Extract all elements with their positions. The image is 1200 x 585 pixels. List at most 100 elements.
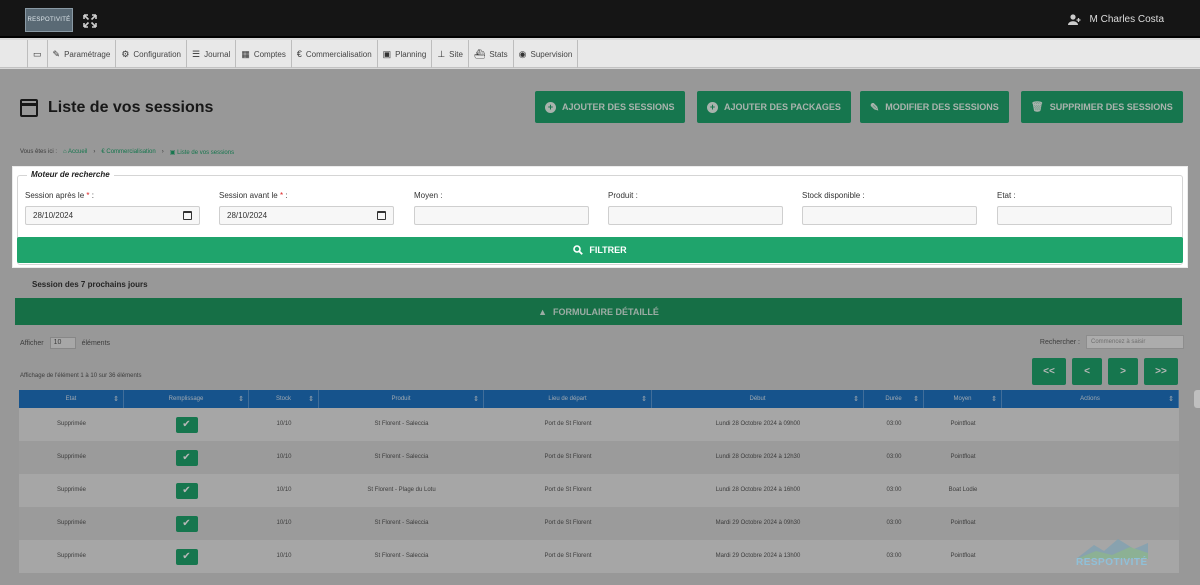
check-icon[interactable]: ✔	[175, 449, 198, 466]
mountain-logo-icon	[1076, 539, 1148, 559]
cell-produit: St Florent - Plage du Lotu	[367, 487, 436, 493]
page-title-row: Liste de vos sessions	[20, 99, 213, 117]
breadcrumb-home[interactable]: ⌂ Accueil	[63, 149, 87, 156]
last-page-button[interactable]: >>	[1144, 358, 1178, 385]
list-icon: ☰	[191, 48, 201, 59]
add-packages-button[interactable]: + AJOUTER DES PACKAGES	[697, 91, 851, 123]
add-sessions-button[interactable]: + AJOUTER DES SESSIONS	[535, 91, 685, 123]
menu-item-supervision[interactable]: ◉ Supervision	[512, 40, 579, 68]
column-header[interactable]: Début	[652, 390, 864, 408]
search-legend: Moteur de recherche	[27, 170, 114, 179]
column-header[interactable]: Remplissage	[124, 390, 249, 408]
user-name: M Charles Costa	[1089, 14, 1164, 25]
search-icon	[573, 245, 584, 255]
menu-item-configuration[interactable]: ⚙ Configuration	[115, 40, 186, 68]
calendar-picker-icon[interactable]	[183, 211, 192, 220]
main-menu-bar: ▭ ✎ Paramétrage ⚙ Configuration ☰ Journal ▦ Comp…	[0, 40, 1200, 68]
cell-moyen: Pointfloat	[950, 520, 976, 526]
breadcrumb-commercialisation[interactable]: € Commercialisation	[101, 149, 155, 156]
cell-etat: Supprimée	[56, 454, 86, 460]
page-size-select[interactable]: 10	[49, 337, 76, 349]
search-engine-panel: Moteur de recherche Session après le * :…	[12, 166, 1188, 268]
session-after-label: Session après le * :	[25, 191, 94, 200]
table-row[interactable]: Supprimée ✔ 10/10 St Florent - Saleccia Port…	[19, 441, 1179, 474]
sitemap-icon: ⊥	[437, 48, 446, 59]
session-before-input[interactable]: 28/10/2024	[219, 206, 394, 225]
calendar-picker-icon[interactable]	[377, 211, 386, 220]
menu-item-journal[interactable]: ☰ Journal	[185, 40, 235, 68]
column-header[interactable]: Produit	[319, 390, 484, 408]
column-header[interactable]: Durée	[864, 390, 924, 408]
edit-sessions-button[interactable]: ✎ MODIFIER DES SESSIONS	[860, 91, 1009, 123]
cell-stock: 10/10	[276, 553, 292, 559]
side-tab[interactable]	[1194, 390, 1200, 408]
table-row[interactable]: Supprimée ✔ 10/10 St Florent - Saleccia Port…	[19, 540, 1179, 573]
cell-produit: St Florent - Saleccia	[374, 553, 429, 559]
menu-item-paramétrage[interactable]: ✎ Paramétrage	[46, 40, 116, 68]
table-row[interactable]: Supprimée ✔ 10/10 St Florent - Plage du Lot…	[19, 474, 1179, 507]
cell-produit: St Florent - Saleccia	[374, 421, 429, 427]
first-page-button[interactable]: <<	[1032, 358, 1066, 385]
next-page-button[interactable]: >	[1108, 358, 1138, 385]
cell-duree: 03:00	[886, 520, 902, 526]
detailed-form-button[interactable]: ▲ FORMULAIRE DÉTAILLÉ	[15, 298, 1182, 325]
produit-input[interactable]	[608, 206, 783, 225]
menu-item-planning[interactable]: ▣ Planning	[376, 40, 432, 68]
calendar-icon: ▣	[382, 48, 392, 59]
table-row[interactable]: Supprimée ✔ 10/10 St Florent - Saleccia Port…	[19, 408, 1179, 441]
breadcrumb: Vous êtes ici : ⌂ Accueil › € Commercial…	[20, 149, 234, 156]
check-icon[interactable]: ✔	[175, 515, 198, 532]
upcoming-sessions-heading: Session des 7 prochains jours	[32, 280, 148, 289]
etat-input[interactable]	[997, 206, 1172, 225]
breadcrumb-separator: ›	[161, 149, 164, 155]
page-size-control: Afficher 10 éléments	[20, 337, 110, 349]
filter-label: FILTRER	[589, 245, 627, 255]
cell-actions	[1002, 507, 1179, 540]
check-icon[interactable]: ✔	[175, 482, 198, 499]
etat-label: Etat :	[997, 191, 1016, 200]
filter-button[interactable]: FILTRER	[17, 237, 1183, 263]
column-header[interactable]: Actions	[1002, 390, 1179, 408]
menu-item-label: Site	[449, 49, 463, 59]
cell-lieu: Port de St Florent	[544, 421, 592, 427]
check-icon[interactable]: ✔	[175, 548, 198, 565]
cell-debut: Lundi 28 Octobre 2024 à 16h00	[715, 487, 801, 493]
delete-sessions-label: SUPPRIMER DES SESSIONS	[1049, 102, 1173, 112]
menu-item-site[interactable]: ⊥ Site	[431, 40, 468, 68]
menu-item-stats[interactable]: ⛴ Stats	[467, 40, 513, 68]
breadcrumb-prefix: Vous êtes ici :	[20, 149, 58, 155]
expand-icon[interactable]	[83, 14, 97, 28]
show-label: Afficher	[20, 339, 44, 347]
cell-stock: 10/10	[276, 454, 292, 460]
menu-item-label: Stats	[489, 49, 508, 59]
menu-item-dashboard[interactable]: ▭	[27, 40, 47, 68]
session-after-input[interactable]: 28/10/2024	[25, 206, 200, 225]
table-search-input[interactable]: Commencez à saisir	[1086, 335, 1184, 349]
fill-cell: ✔	[124, 441, 249, 474]
delete-sessions-button[interactable]: 🗑 SUPPRIMER DES SESSIONS	[1021, 91, 1183, 123]
monitor-icon: ▭	[33, 48, 42, 59]
moyen-input[interactable]	[414, 206, 589, 225]
user-menu[interactable]: M Charles Costa	[1067, 14, 1164, 25]
cell-duree: 03:00	[886, 487, 902, 493]
column-header[interactable]: Stock	[249, 390, 319, 408]
column-header[interactable]: Lieu de départ	[484, 390, 652, 408]
cell-moyen: Pointfloat	[950, 553, 976, 559]
add-sessions-label: AJOUTER DES SESSIONS	[562, 102, 675, 112]
prev-page-button[interactable]: <	[1072, 358, 1102, 385]
column-header[interactable]: Moyen	[924, 390, 1002, 408]
stock-input[interactable]	[802, 206, 977, 225]
check-icon[interactable]: ✔	[175, 416, 198, 433]
cell-stock: 10/10	[276, 520, 292, 526]
required-marker: *	[86, 191, 90, 200]
cell-moyen: Pointfloat	[950, 454, 976, 460]
produit-label: Produit :	[608, 191, 638, 200]
menu-item-label: Configuration	[133, 49, 181, 59]
menu-item-commercialisation[interactable]: € Commercialisation	[290, 40, 377, 68]
app-logo[interactable]: RESPOTIVITÉ	[25, 8, 73, 32]
breadcrumb-home-label: Accueil	[68, 149, 88, 155]
menu-item-comptes[interactable]: ▦ Comptes	[235, 40, 291, 68]
column-header[interactable]: Etat	[19, 390, 124, 408]
table-row[interactable]: Supprimée ✔ 10/10 St Florent - Saleccia Port…	[19, 507, 1179, 540]
cell-duree: 03:00	[886, 454, 902, 460]
